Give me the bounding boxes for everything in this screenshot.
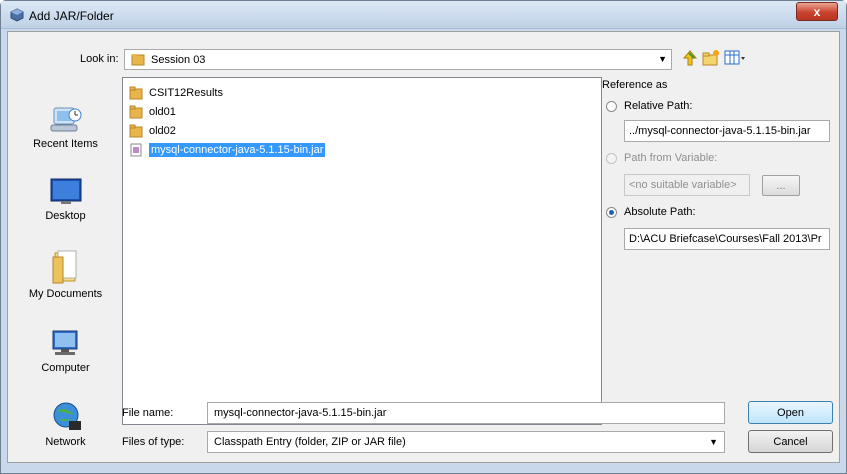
place-desktop[interactable]: Desktop bbox=[18, 177, 113, 222]
jar-file-icon bbox=[130, 143, 142, 157]
place-label: Recent Items bbox=[33, 138, 98, 150]
look-in-value: Session 03 bbox=[151, 54, 206, 66]
place-recent-items[interactable]: Recent Items bbox=[18, 105, 113, 150]
cancel-button[interactable]: Cancel bbox=[748, 430, 833, 453]
folder-icon bbox=[131, 54, 145, 66]
chevron-down-icon: ▼ bbox=[709, 437, 718, 447]
chevron-down-icon: ▼ bbox=[658, 54, 667, 64]
place-label: Desktop bbox=[45, 210, 86, 222]
title-bar: Add JAR/Folder x bbox=[1, 1, 846, 29]
computer-icon bbox=[52, 330, 77, 355]
file-type-label: Files of type: bbox=[122, 436, 185, 448]
folder-icon bbox=[129, 105, 143, 119]
relative-path-field: ../mysql-connector-java-5.1.15-bin.jar bbox=[624, 120, 830, 142]
look-in-label: Look in: bbox=[80, 53, 119, 65]
absolute-path-label: Absolute Path: bbox=[624, 206, 696, 218]
relative-path-radio[interactable] bbox=[606, 101, 617, 112]
absolute-path-field: D:\ACU Briefcase\Courses\Fall 2013\Pr bbox=[624, 228, 830, 250]
file-type-select[interactable]: Classpath Entry (folder, ZIP or JAR file… bbox=[207, 431, 725, 453]
list-item[interactable]: old02 bbox=[129, 122, 180, 140]
file-name-label: File name: bbox=[122, 407, 174, 419]
place-label: Computer bbox=[41, 362, 90, 374]
path-from-variable-radio[interactable] bbox=[606, 153, 617, 164]
variable-field[interactable]: <no suitable variable> bbox=[624, 174, 750, 196]
list-item[interactable]: old01 bbox=[129, 103, 180, 121]
folder-icon bbox=[129, 86, 143, 100]
file-name: mysql-connector-java-5.1.15-bin.jar bbox=[149, 143, 326, 157]
reference-as-title: Reference as bbox=[602, 79, 668, 91]
up-folder-icon[interactable] bbox=[682, 49, 698, 67]
place-network[interactable]: Network bbox=[18, 401, 113, 448]
dialog-body: Look in: Session 03 ▼ Recent Items Deskt… bbox=[7, 31, 840, 463]
file-list[interactable]: CSIT12Results old01 old02 mysql-connecto… bbox=[122, 77, 602, 425]
dialog-window: Add JAR/Folder x Look in: Session 03 ▼ R… bbox=[0, 0, 847, 474]
window-title: Add JAR/Folder bbox=[29, 9, 114, 23]
file-name: CSIT12Results bbox=[149, 87, 223, 99]
file-name: old01 bbox=[149, 106, 176, 118]
network-icon bbox=[53, 402, 81, 430]
place-label: Network bbox=[45, 436, 86, 448]
places-bar: Recent Items Desktop My Documents Comput… bbox=[18, 77, 113, 457]
place-label: My Documents bbox=[28, 288, 103, 300]
look-in-combo[interactable]: Session 03 ▼ bbox=[124, 49, 672, 70]
file-type-value: Classpath Entry (folder, ZIP or JAR file… bbox=[214, 436, 406, 448]
new-folder-icon[interactable] bbox=[702, 49, 720, 67]
browse-variable-button[interactable]: ... bbox=[762, 175, 800, 196]
place-computer[interactable]: Computer bbox=[18, 329, 113, 374]
file-name: old02 bbox=[149, 125, 176, 137]
file-name-input[interactable]: mysql-connector-java-5.1.15-bin.jar bbox=[207, 402, 725, 424]
app-cube-icon bbox=[10, 8, 24, 22]
place-my-documents[interactable]: My Documents bbox=[18, 249, 113, 300]
close-button[interactable]: x bbox=[796, 2, 838, 21]
view-menu-icon[interactable] bbox=[724, 49, 746, 67]
open-button[interactable]: Open bbox=[748, 401, 833, 424]
absolute-path-radio[interactable] bbox=[606, 207, 617, 218]
relative-path-label: Relative Path: bbox=[624, 100, 693, 112]
folder-icon bbox=[129, 124, 143, 138]
recent-items-icon bbox=[50, 107, 81, 132]
my-documents-icon bbox=[52, 250, 76, 284]
path-from-variable-label: Path from Variable: bbox=[624, 152, 718, 164]
list-item-selected[interactable]: mysql-connector-java-5.1.15-bin.jar bbox=[129, 141, 329, 159]
desktop-icon bbox=[50, 178, 81, 204]
list-item[interactable]: CSIT12Results bbox=[129, 84, 227, 102]
